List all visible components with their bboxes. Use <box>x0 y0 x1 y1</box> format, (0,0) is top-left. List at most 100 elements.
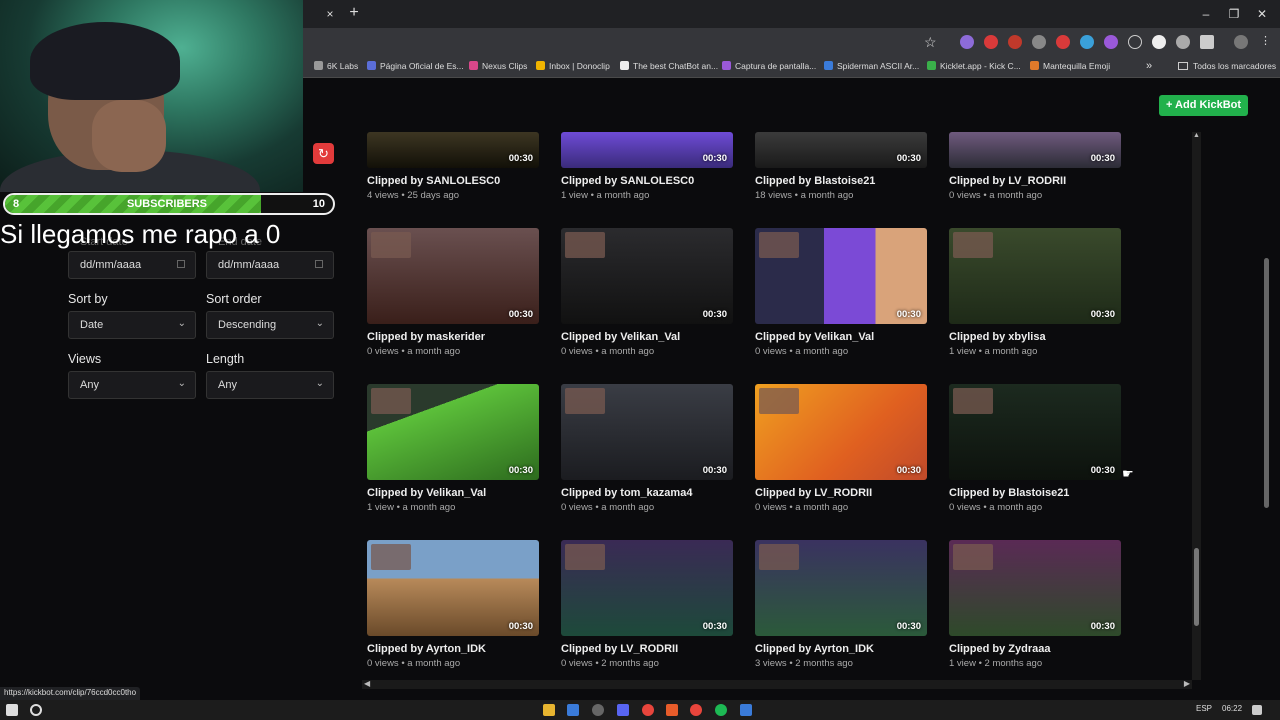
extension-icon[interactable] <box>1080 35 1094 49</box>
add-kickbot-button[interactable]: + Add KickBot <box>1159 95 1248 116</box>
clip-title[interactable]: Clipped by Ayrton_IDK <box>755 643 874 655</box>
taskbar-app-icon[interactable] <box>740 704 752 716</box>
clip-title[interactable]: Clipped by xbylisa <box>949 331 1046 343</box>
clip-title[interactable]: Clipped by Velikan_Val <box>755 331 874 343</box>
clip-card[interactable]: 00:30 Clipped by Velikan_Val 1 view • a mo… <box>367 384 539 520</box>
sort-by-select[interactable]: Date ⌄ <box>68 311 196 339</box>
clip-card[interactable]: 00:30 Clipped by SANLOLESC0 1 view • a mon… <box>561 132 733 208</box>
clip-thumbnail[interactable]: 00:30 <box>949 384 1121 480</box>
length-select[interactable]: Any ⌄ <box>206 371 334 399</box>
new-tab-button[interactable]: + <box>346 5 362 21</box>
notifications-icon[interactable] <box>1252 705 1262 715</box>
page-scrollbar[interactable] <box>1262 78 1272 690</box>
scroll-up-icon[interactable]: ▲ <box>1192 132 1201 141</box>
extension-icon[interactable] <box>1152 35 1166 49</box>
profile-avatar[interactable] <box>1234 35 1248 49</box>
end-date-input[interactable]: dd/mm/aaaa <box>206 251 334 279</box>
file-explorer-icon[interactable] <box>543 704 555 716</box>
windows-start-icon[interactable] <box>6 704 18 716</box>
clip-thumbnail[interactable]: 00:30 <box>755 132 927 168</box>
bookmark-item[interactable]: Nexus Clips <box>469 61 527 71</box>
taskbar-app-icon[interactable] <box>592 704 604 716</box>
clip-title[interactable]: Clipped by LV_RODRII <box>949 175 1066 187</box>
clip-card[interactable]: 00:30 Clipped by Zydraaa 1 view • 2 months… <box>949 540 1121 676</box>
clip-title[interactable]: Clipped by maskerider <box>367 331 485 343</box>
clip-thumbnail[interactable]: 00:30 <box>367 228 539 324</box>
bookmarks-more-icon[interactable]: » <box>1146 60 1152 72</box>
clip-card[interactable]: 00:30 Clipped by LV_RODRII 0 views • a mon… <box>949 132 1121 208</box>
bookmark-item[interactable]: Mantequilla Emoji <box>1030 61 1110 71</box>
extension-icon[interactable] <box>1128 35 1142 49</box>
clip-thumbnail[interactable]: 00:30 <box>367 540 539 636</box>
close-window-button[interactable]: ✕ <box>1252 6 1272 22</box>
restore-button[interactable]: ❐ <box>1224 6 1244 22</box>
clip-title[interactable]: Clipped by SANLOLESC0 <box>561 175 694 187</box>
clip-title[interactable]: Clipped by Ayrton_IDK <box>367 643 486 655</box>
bookmark-item[interactable]: Página Oficial de Es... <box>367 61 464 71</box>
clip-title[interactable]: Clipped by Velikan_Val <box>367 487 486 499</box>
clock[interactable]: 06:22 <box>1222 704 1242 713</box>
clip-thumbnail[interactable]: 00:30 <box>755 228 927 324</box>
clip-thumbnail[interactable]: 00:30 <box>561 132 733 168</box>
refresh-icon[interactable]: ↻ <box>313 143 334 164</box>
clip-card[interactable]: 00:30 Clipped by Ayrton_IDK 3 views • 2 mo… <box>755 540 927 676</box>
brave-icon[interactable] <box>666 704 678 716</box>
clip-card[interactable]: 00:30 Clipped by tom_kazama4 0 views • a m… <box>561 384 733 520</box>
taskbar-app-icon[interactable] <box>690 704 702 716</box>
minimize-button[interactable]: – <box>1196 6 1216 22</box>
clip-thumbnail[interactable]: 00:30 <box>949 540 1121 636</box>
clip-card[interactable]: 00:30 Clipped by Blastoise21 0 views • a m… <box>949 384 1121 520</box>
clip-title[interactable]: Clipped by Blastoise21 <box>949 487 1069 499</box>
clip-title[interactable]: Clipped by tom_kazama4 <box>561 487 692 499</box>
clip-list-scroll-thumb[interactable] <box>1194 548 1199 626</box>
clip-card[interactable]: 00:30 Clipped by Blastoise21 18 views • a … <box>755 132 927 208</box>
start-date-input[interactable]: dd/mm/aaaa <box>68 251 196 279</box>
clip-thumbnail[interactable]: 00:30 <box>367 132 539 168</box>
clip-card[interactable]: 00:30 Clipped by Ayrton_IDK 0 views • a mo… <box>367 540 539 676</box>
extension-icon[interactable] <box>1032 35 1046 49</box>
page-scroll-thumb[interactable] <box>1264 258 1269 508</box>
clip-thumbnail[interactable]: 00:30 <box>561 540 733 636</box>
clip-card[interactable]: 00:30 Clipped by xbylisa 1 view • a month … <box>949 228 1121 364</box>
scroll-right-icon[interactable]: ▶ <box>1184 679 1190 688</box>
tab-close-icon[interactable]: × <box>322 6 338 22</box>
search-icon[interactable] <box>30 704 42 716</box>
bookmark-item[interactable]: Spiderman ASCII Ar... <box>824 61 919 71</box>
clip-thumbnail[interactable]: 00:30 <box>367 384 539 480</box>
menu-icon[interactable]: ⋮ <box>1260 35 1274 49</box>
views-select[interactable]: Any ⌄ <box>68 371 196 399</box>
clip-thumbnail[interactable]: 00:30 <box>949 132 1121 168</box>
clip-title[interactable]: Clipped by LV_RODRII <box>561 643 678 655</box>
spotify-icon[interactable] <box>715 704 727 716</box>
clip-card[interactable]: 00:30 Clipped by Velikan_Val 0 views • a m… <box>755 228 927 364</box>
clip-title[interactable]: Clipped by LV_RODRII <box>755 487 872 499</box>
clip-title[interactable]: Clipped by Zydraaa <box>949 643 1050 655</box>
clip-thumbnail[interactable]: 00:30 <box>561 228 733 324</box>
bookmark-item[interactable]: 6K Labs <box>314 61 358 71</box>
extension-icon[interactable] <box>984 35 998 49</box>
chrome-icon[interactable] <box>642 704 654 716</box>
clip-card[interactable]: 00:30 Clipped by LV_RODRII 0 views • 2 mon… <box>561 540 733 676</box>
bookmark-item[interactable]: Kicklet.app - Kick C... <box>927 61 1021 71</box>
bookmark-star-icon[interactable]: ☆ <box>924 34 937 51</box>
extension-icon[interactable] <box>1056 35 1070 49</box>
clip-thumbnail[interactable]: 00:30 <box>561 384 733 480</box>
clip-card[interactable]: 00:30 Clipped by Velikan_Val 0 views • a m… <box>561 228 733 364</box>
clip-thumbnail[interactable]: 00:30 <box>755 384 927 480</box>
language-indicator[interactable]: ESP <box>1196 704 1212 713</box>
bookmark-item[interactable]: The best ChatBot an... <box>620 61 718 71</box>
clip-thumbnail[interactable]: 00:30 <box>755 540 927 636</box>
clip-thumbnail[interactable]: 00:30 <box>949 228 1121 324</box>
clip-title[interactable]: Clipped by SANLOLESC0 <box>367 175 500 187</box>
horizontal-scrollbar[interactable]: ◀ ▶ <box>362 679 1192 689</box>
discord-icon[interactable] <box>617 704 629 716</box>
scroll-left-icon[interactable]: ◀ <box>364 679 370 688</box>
adblock-icon[interactable] <box>1008 35 1022 49</box>
bookmark-item[interactable]: Captura de pantalla... <box>722 61 816 71</box>
clip-card[interactable]: 00:30 Clipped by SANLOLESC0 4 views • 25 d… <box>367 132 539 208</box>
sort-order-select[interactable]: Descending ⌄ <box>206 311 334 339</box>
all-bookmarks-folder[interactable]: Todos los marcadores <box>1178 61 1276 71</box>
extension-icon[interactable] <box>1176 35 1190 49</box>
extension-icon[interactable] <box>1104 35 1118 49</box>
extension-icon[interactable] <box>960 35 974 49</box>
